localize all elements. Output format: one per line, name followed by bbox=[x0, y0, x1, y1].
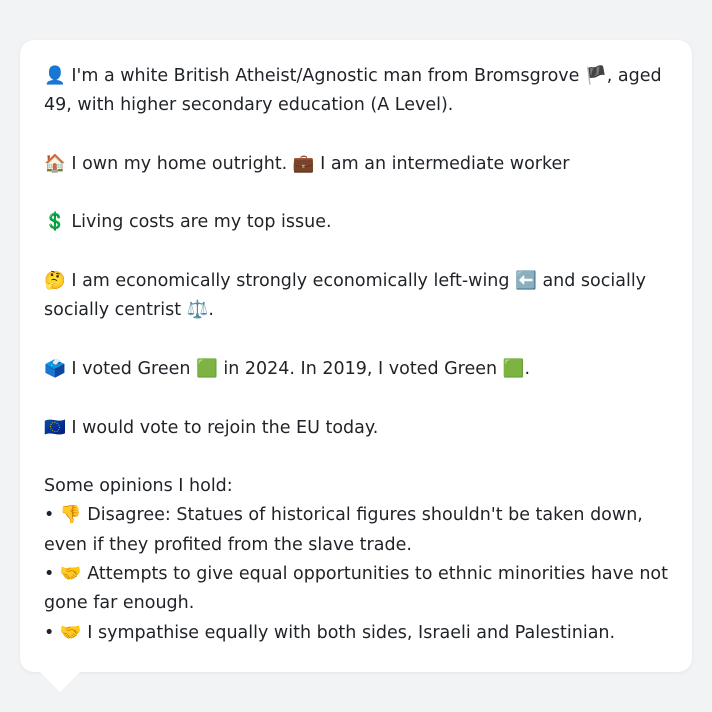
opinion-text: Attempts to give equal opportunities to … bbox=[44, 564, 668, 614]
house-icon: 🏠 bbox=[44, 153, 66, 174]
intro-line: 👤 I'm a white British Atheist/Agnostic m… bbox=[44, 62, 668, 121]
eu-line: 🇪🇺 I would vote to rejoin the EU today. bbox=[44, 414, 668, 443]
work-text: I am an intermediate worker bbox=[314, 153, 570, 174]
bullet: • bbox=[44, 505, 60, 526]
opinion-item: • 🤝 Attempts to give equal opportunities… bbox=[44, 560, 668, 619]
issue-text: Living costs are my top issue. bbox=[65, 212, 332, 233]
politics-text-end: . bbox=[208, 300, 214, 321]
thinking-face-icon: 🤔 bbox=[44, 271, 66, 292]
england-flag-icon: 🏴 bbox=[584, 66, 607, 86]
eu-text: I would vote to rejoin the EU today. bbox=[65, 417, 379, 438]
handshake-icon: 🤝 bbox=[59, 622, 82, 643]
opinion-item: • 👎 Disagree: Statues of historical figu… bbox=[44, 501, 668, 560]
bullet: • bbox=[44, 564, 60, 585]
person-icon: 👤 bbox=[44, 66, 66, 86]
eu-flag-icon: 🇪🇺 bbox=[44, 417, 66, 438]
green-square-icon: 🟩 bbox=[502, 358, 525, 379]
briefcase-icon: 💼 bbox=[292, 153, 315, 174]
speech-bubble-tail bbox=[40, 672, 80, 692]
vote-line: 🗳️ I voted Green 🟩 in 2024. In 2019, I v… bbox=[44, 355, 668, 384]
thumbs-down-icon: 👎 bbox=[59, 505, 82, 526]
vote-text-3: . bbox=[524, 358, 531, 379]
politics-text: I am economically strongly economically … bbox=[65, 271, 516, 292]
home-text: I own my home outright. bbox=[65, 153, 293, 174]
politics-line: 🤔 I am economically strongly economicall… bbox=[44, 267, 668, 326]
handshake-icon: 🤝 bbox=[59, 564, 82, 585]
ballot-box-icon: 🗳️ bbox=[44, 358, 66, 379]
intro-text: I'm a white British Atheist/Agnostic man… bbox=[65, 66, 585, 86]
opinions-heading: Some opinions I hold: bbox=[44, 476, 233, 497]
left-arrow-icon: ⬅️ bbox=[515, 271, 537, 292]
opinion-text: Disagree: Statues of historical figures … bbox=[44, 505, 643, 555]
dollar-icon: 💲 bbox=[44, 212, 66, 233]
bullet: • bbox=[44, 622, 60, 643]
vote-text-2: in 2024. In 2019, I voted Green bbox=[217, 358, 503, 379]
opinion-item: • 🤝 I sympathise equally with both sides… bbox=[44, 619, 668, 648]
vote-text-1: I voted Green bbox=[65, 358, 197, 379]
balance-scale-icon: ⚖️ bbox=[186, 300, 209, 321]
issue-line: 💲 Living costs are my top issue. bbox=[44, 208, 668, 237]
home-line: 🏠 I own my home outright. 💼 I am an inte… bbox=[44, 150, 668, 179]
green-square-icon: 🟩 bbox=[196, 358, 218, 379]
profile-card: 👤 I'm a white British Atheist/Agnostic m… bbox=[20, 40, 692, 672]
opinion-text: I sympathise equally with both sides, Is… bbox=[81, 622, 616, 643]
